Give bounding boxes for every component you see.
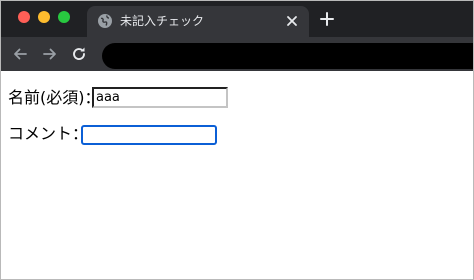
maximize-window-button[interactable] (58, 11, 70, 23)
arrow-left-icon[interactable] (11, 45, 29, 63)
tab-title: 未記入チェック (120, 14, 205, 28)
address-bar[interactable] (102, 43, 473, 69)
tab-bar: 未記入チェック (1, 1, 473, 37)
globe-icon (98, 14, 112, 28)
arrow-right-icon[interactable] (41, 45, 59, 63)
tab-active[interactable]: 未記入チェック (87, 6, 309, 37)
close-window-button[interactable] (18, 11, 30, 23)
page-content: 名前(必須)： コメント： (1, 71, 473, 279)
name-label: 名前(必須)： (8, 88, 101, 107)
minimize-window-button[interactable] (38, 11, 50, 23)
comment-input[interactable] (81, 125, 217, 145)
name-input[interactable] (92, 87, 228, 108)
comment-label: コメント： (8, 124, 89, 143)
browser-window: 未記入チェック 名前(必須)： コメント： (0, 0, 474, 280)
close-tab-icon[interactable] (285, 14, 299, 28)
new-tab-icon[interactable] (319, 11, 335, 27)
reload-icon[interactable] (70, 45, 88, 63)
